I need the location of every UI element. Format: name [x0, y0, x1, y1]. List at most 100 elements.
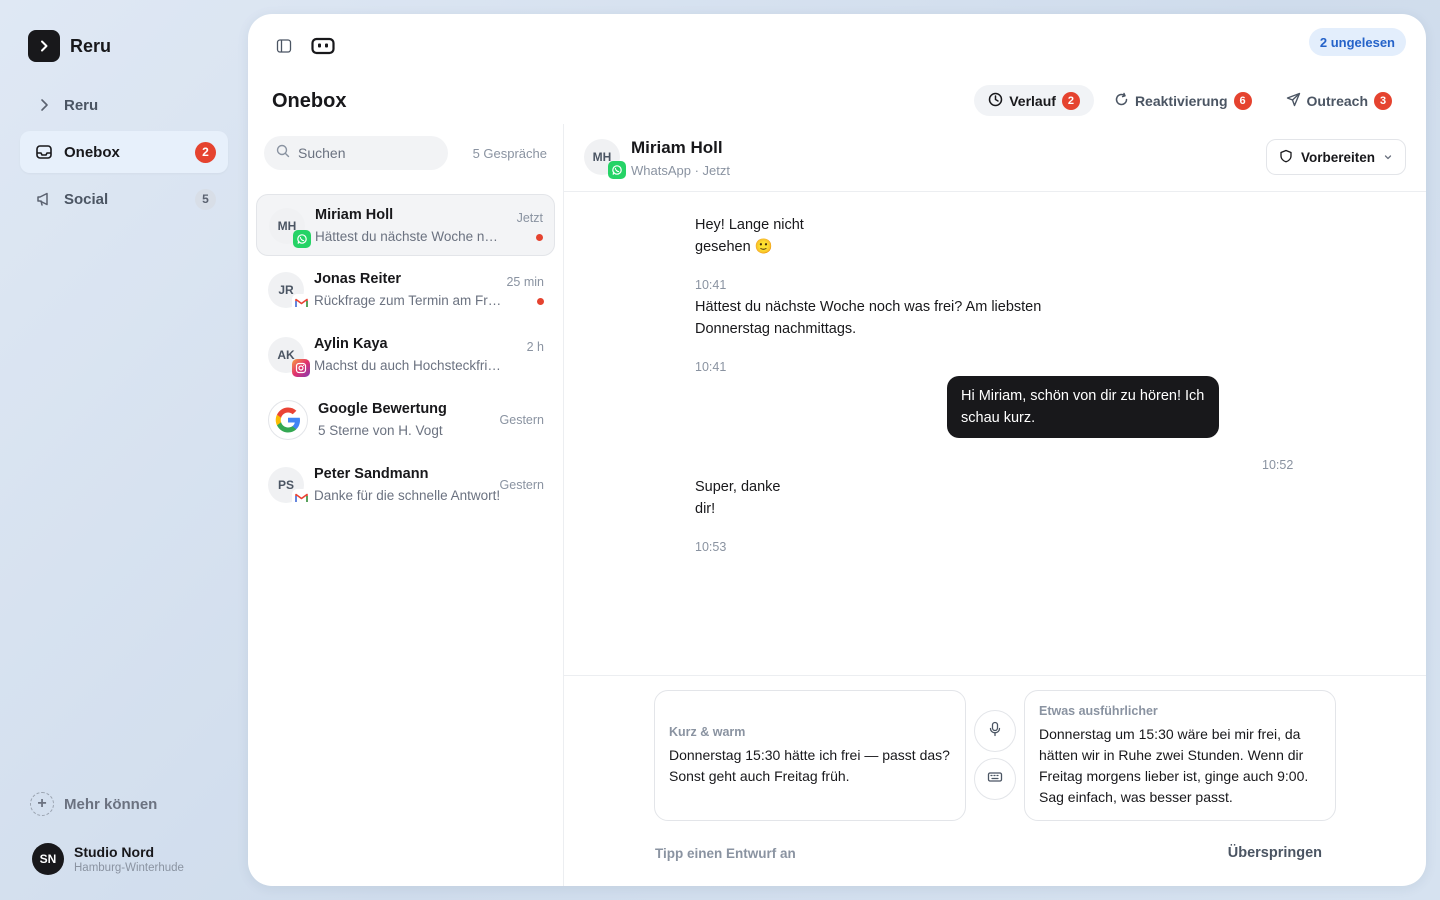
sidebar-item-social[interactable]: Social 5 — [20, 178, 228, 220]
main-panel: 2 ungelesen Onebox Verlauf 2 Reaktivieru… — [248, 14, 1426, 886]
megaphone-icon — [34, 189, 54, 209]
voice-input-button[interactable] — [974, 710, 1016, 752]
tab-badge: 2 — [1061, 91, 1080, 110]
avatar: AK — [268, 337, 310, 377]
instagram-icon — [292, 359, 310, 377]
message-preview: Danke für die schnelle Antwort! — [314, 488, 501, 503]
avatar: MH — [584, 139, 626, 179]
chat-pane: MH Miriam Holl WhatsApp · Jetzt Vorberei… — [564, 124, 1426, 886]
sidebar-item-label: Social — [64, 190, 109, 208]
view-tabs: Verlauf 2 Reaktivierung 6 Outreach 3 — [974, 85, 1406, 116]
tab-label: Outreach — [1306, 92, 1368, 109]
brand[interactable]: Reru — [28, 30, 111, 62]
unread-badge[interactable]: 2 ungelesen — [1308, 28, 1406, 56]
reply-composer: Kurz & warm Donnerstag 15:30 hätte ich f… — [564, 675, 1426, 886]
conversation-item[interactable]: MH Miriam Holl Hättest du nächste Woche … — [256, 194, 555, 256]
tab-label: Reaktivierung — [1134, 92, 1228, 109]
account-switcher[interactable]: SN Studio Nord Hamburg-Winterhude — [32, 843, 184, 875]
account-name: Studio Nord — [74, 844, 155, 860]
refresh-icon — [1114, 92, 1129, 110]
message-line: gesehen 🙂 — [695, 239, 773, 255]
more-features-button[interactable]: + Mehr können — [30, 792, 157, 816]
outgoing-message: Hi Miriam, schön von dir zu hören! Ich s… — [947, 376, 1219, 438]
tab-reaktivierung[interactable]: Reaktivierung 6 — [1100, 85, 1266, 116]
count-badge: 5 — [195, 188, 216, 210]
account-location: Hamburg-Winterhude — [74, 862, 184, 874]
message-time: 10:41 — [695, 278, 727, 292]
avatar: SN — [32, 843, 64, 875]
search-input[interactable] — [298, 145, 438, 161]
avatar: MH — [269, 208, 311, 248]
brand-name: Reru — [70, 35, 112, 56]
draft-text: Donnerstag um 15:30 wäre bei mir frei, d… — [1039, 726, 1309, 805]
conversation-item[interactable]: AK Aylin Kaya Machst du auch Hochsteckfr… — [256, 324, 555, 386]
conversation-list: 5 Gespräche MH Miriam Holl Hättest du nä… — [248, 124, 564, 886]
chat-contact-name: Miriam Holl — [631, 138, 723, 157]
tab-outreach[interactable]: Outreach 3 — [1272, 85, 1406, 116]
whatsapp-icon — [608, 161, 626, 179]
draft-card-short[interactable]: Kurz & warm Donnerstag 15:30 hätte ich f… — [654, 690, 966, 821]
unread-dot — [537, 298, 544, 305]
skip-button[interactable]: Überspringen — [1228, 845, 1322, 861]
draft-card-detailed[interactable]: Etwas ausführlicher Donnerstag um 15:30 … — [1024, 690, 1336, 821]
timestamp: Gestern — [499, 413, 544, 427]
keyboard-icon — [987, 769, 1003, 790]
tab-verlauf[interactable]: Verlauf 2 — [974, 85, 1094, 116]
shield-icon — [1279, 149, 1293, 166]
conversation-item[interactable]: Google Bewertung 5 Sterne von H. Vogt Ge… — [256, 389, 555, 451]
unread-dot — [536, 234, 543, 241]
draft-text: Donnerstag 15:30 hätte ich frei — passt … — [669, 747, 950, 784]
contact-name: Peter Sandmann — [314, 466, 429, 482]
contact-name: Miriam Holl — [315, 207, 394, 223]
timestamp: Jetzt — [516, 211, 543, 225]
prepare-label: Vorbereiten — [1300, 149, 1375, 165]
tab-badge: 3 — [1374, 91, 1392, 110]
sidebar-item-onebox[interactable]: Onebox 2 — [20, 131, 228, 173]
conversation-item[interactable]: PS Peter Sandmann Danke für die schnelle… — [256, 454, 555, 516]
conversation-count: 5 Gespräche — [472, 146, 547, 161]
message-preview: Rückfrage zum Termin am Freitag — [314, 293, 504, 308]
message-line: Hey! Lange nicht — [695, 217, 804, 233]
message-preview: 5 Sterne von H. Vogt — [318, 423, 443, 438]
keyboard-input-button[interactable] — [974, 758, 1016, 800]
inbox-icon — [34, 142, 54, 162]
send-icon — [1286, 92, 1301, 110]
google-icon — [268, 400, 308, 440]
sidebar: Reru Reru Onebox 2 Social 5 + Mehr könne… — [0, 0, 248, 900]
message-line: Hättest du nächste Woche noch was frei? … — [695, 299, 1042, 315]
avatar-initials: AK — [277, 348, 295, 362]
incoming-message: Hättest du nächste Woche noch was frei? … — [695, 296, 1041, 340]
tab-badge: 6 — [1233, 91, 1252, 110]
timestamp: 2 h — [526, 340, 544, 354]
sidebar-toggle-icon[interactable] — [272, 34, 296, 58]
message-preview: Hättest du nächste Woche noch was frei? … — [315, 229, 505, 244]
avatar: JR — [268, 272, 310, 312]
plus-icon: + — [30, 792, 54, 816]
timestamp: 25 min — [506, 275, 544, 289]
incoming-message: Super, danke dir! — [695, 476, 780, 520]
chat-header: MH Miriam Holl WhatsApp · Jetzt Vorberei… — [564, 124, 1426, 192]
message-line: Super, danke — [695, 479, 781, 495]
timestamp: Gestern — [499, 478, 544, 492]
chat-meta: WhatsApp · Jetzt — [631, 163, 730, 178]
sidebar-item-label: Onebox — [64, 143, 120, 161]
prepare-button[interactable]: Vorbereiten — [1265, 139, 1406, 175]
message-preview: Machst du auch Hochsteckfrisuren? — [314, 358, 504, 373]
incoming-message: Hey! Lange nicht gesehen 🙂 — [695, 214, 804, 258]
contact-name: Aylin Kaya — [314, 336, 388, 352]
microphone-icon — [987, 721, 1003, 742]
contact-name: Google Bewertung — [318, 401, 447, 417]
avatar-initials: PS — [277, 478, 294, 492]
draft-label: Kurz & warm — [669, 725, 746, 739]
bot-icon[interactable] — [311, 34, 335, 58]
message-time: 10:41 — [695, 360, 727, 374]
unread-count-badge: 2 — [195, 141, 216, 163]
sidebar-item-reru[interactable]: Reru — [20, 84, 228, 126]
conversation-item[interactable]: JR Jonas Reiter Rückfrage zum Termin am … — [256, 259, 555, 321]
message-time: 10:53 — [695, 540, 727, 554]
message-time: 10:52 — [1262, 458, 1294, 472]
search-box[interactable] — [264, 136, 448, 170]
chevron-right-icon — [34, 95, 54, 115]
more-label: Mehr können — [64, 795, 158, 813]
message-line: Donnerstag nachmittags. — [695, 321, 857, 337]
